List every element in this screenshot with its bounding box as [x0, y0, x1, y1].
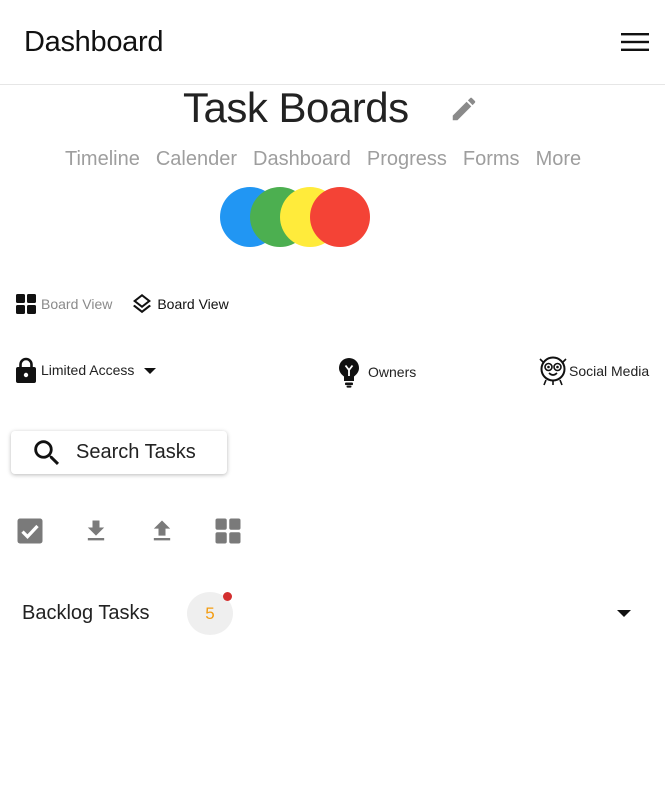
grid-icon	[16, 294, 36, 314]
notification-dot	[223, 592, 232, 601]
task-actions-toolbar	[14, 513, 278, 549]
board-view-grid-button[interactable]: Board View	[14, 292, 112, 316]
download-button[interactable]	[80, 513, 112, 549]
backlog-title: Backlog Tasks	[22, 602, 150, 624]
grid-icon	[215, 518, 241, 544]
backlog-section-header[interactable]: Backlog Tasks 5	[22, 590, 642, 638]
select-all-button[interactable]	[14, 513, 46, 549]
upload-button[interactable]	[146, 513, 178, 549]
page-title: Task Boards	[183, 84, 409, 131]
access-label: Limited Access	[41, 362, 135, 378]
mascot-icon	[539, 356, 567, 386]
checkbox-icon	[17, 518, 43, 544]
avatar[interactable]	[310, 187, 370, 247]
search-label: Search Tasks	[76, 441, 196, 463]
grid-layout-button[interactable]	[212, 513, 244, 549]
expand-backlog-button[interactable]	[612, 604, 636, 624]
app-title: Dashboard	[24, 26, 164, 58]
member-avatars	[220, 187, 370, 248]
tab-dashboard[interactable]: Dashboard	[253, 148, 351, 174]
caret-down-icon	[617, 610, 631, 617]
view-switcher: Board View Board View	[14, 291, 247, 317]
board-view-layers-button[interactable]: Board View	[130, 292, 229, 316]
layers-icon	[133, 294, 152, 314]
social-media-label: Social Media	[569, 363, 650, 379]
board-info-row: Limited Access Owners Social Media	[14, 356, 659, 388]
top-app-bar: Dashboard	[0, 0, 665, 85]
board-view-label: Board View	[157, 296, 229, 312]
tab-more[interactable]: More	[536, 148, 582, 174]
search-icon	[34, 439, 60, 465]
access-dropdown[interactable]: Limited Access	[14, 356, 162, 384]
caret-down-icon	[144, 368, 157, 374]
menu-button[interactable]	[618, 28, 652, 56]
tab-calender[interactable]: Calender	[156, 148, 237, 174]
tab-forms[interactable]: Forms	[463, 148, 520, 174]
lock-icon	[16, 357, 36, 383]
download-icon	[87, 520, 105, 541]
hamburger-menu-icon	[621, 33, 649, 51]
social-media-button[interactable]: Social Media	[539, 356, 649, 386]
board-tabs: Timeline Calender Dashboard Progress For…	[65, 148, 597, 174]
tab-progress[interactable]: Progress	[367, 148, 447, 174]
search-tasks-button[interactable]: Search Tasks	[11, 431, 227, 474]
upload-icon	[153, 520, 171, 541]
owners-button[interactable]: Owners	[336, 356, 416, 388]
board-view-label: Board View	[41, 296, 113, 312]
owners-label: Owners	[368, 364, 417, 380]
pencil-icon	[452, 97, 476, 121]
lightbulb-icon	[339, 358, 359, 388]
tab-timeline[interactable]: Timeline	[65, 148, 140, 174]
edit-title-button[interactable]	[446, 92, 482, 126]
